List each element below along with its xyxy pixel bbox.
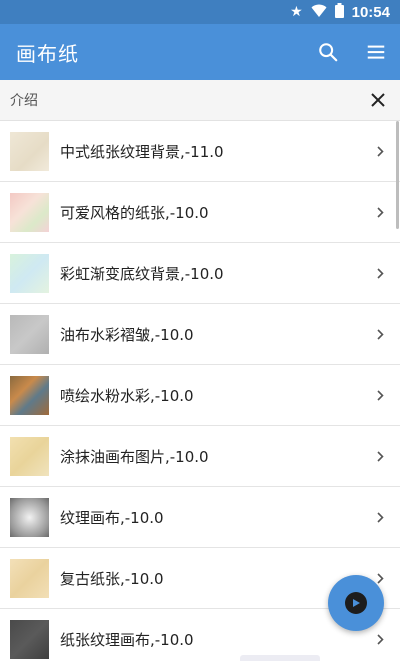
texture-thumbnail xyxy=(10,558,49,598)
intro-label: 介绍 xyxy=(10,93,38,109)
texture-thumbnail xyxy=(10,497,49,537)
list-item[interactable]: 纹理画布,-10.0 xyxy=(0,487,400,548)
search-button[interactable] xyxy=(304,28,352,76)
item-title: 油布水彩褶皱,-10.0 xyxy=(60,325,194,344)
chevron-right-icon xyxy=(370,633,390,645)
app-title: 画布纸 xyxy=(16,41,79,66)
close-icon xyxy=(371,93,385,107)
intro-close-button[interactable] xyxy=(360,82,396,118)
texture-thumbnail xyxy=(10,131,49,171)
list-item[interactable]: 涂抹油画布图片,-10.0 xyxy=(0,426,400,487)
item-title: 纸张纹理画布,-10.0 xyxy=(60,630,194,649)
wifi-icon xyxy=(311,4,327,21)
menu-button[interactable] xyxy=(352,28,400,76)
intro-bar: 介绍 xyxy=(0,80,400,121)
texture-thumbnail xyxy=(10,253,49,293)
app-bar: 画布纸 xyxy=(0,24,400,80)
item-title: 复古纸张,-10.0 xyxy=(60,569,164,588)
texture-thumbnail xyxy=(10,619,49,659)
chevron-right-icon xyxy=(370,328,390,340)
play-button[interactable] xyxy=(328,575,384,631)
chevron-right-icon xyxy=(370,145,390,157)
list-item[interactable]: 可爱风格的纸张,-10.0 xyxy=(0,182,400,243)
texture-thumbnail xyxy=(10,192,49,232)
status-time: 10:54 xyxy=(351,3,390,21)
list-item[interactable]: 油布水彩褶皱,-10.0 xyxy=(0,304,400,365)
item-title: 喷绘水粉水彩,-10.0 xyxy=(60,386,194,405)
list-item[interactable]: 彩虹渐变底纹背景,-10.0 xyxy=(0,243,400,304)
scrollbar-thumb[interactable] xyxy=(396,121,399,229)
star-icon: ★ xyxy=(290,4,303,20)
chevron-right-icon xyxy=(370,389,390,401)
item-title: 中式纸张纹理背景,-11.0 xyxy=(60,142,224,161)
chevron-right-icon xyxy=(370,267,390,279)
texture-thumbnail xyxy=(10,375,49,415)
chevron-right-icon xyxy=(370,450,390,462)
menu-icon xyxy=(367,45,385,59)
search-icon xyxy=(319,43,338,62)
play-icon xyxy=(345,592,367,614)
bottom-peek xyxy=(240,655,320,661)
chevron-right-icon xyxy=(370,206,390,218)
list-item[interactable]: 喷绘水粉水彩,-10.0 xyxy=(0,365,400,426)
item-title: 彩虹渐变底纹背景,-10.0 xyxy=(60,264,224,283)
item-title: 涂抹油画布图片,-10.0 xyxy=(60,447,209,466)
list-item[interactable]: 中式纸张纹理背景,-11.0 xyxy=(0,121,400,182)
chevron-right-icon xyxy=(370,511,390,523)
item-title: 可爱风格的纸张,-10.0 xyxy=(60,203,209,222)
battery-icon xyxy=(334,3,344,21)
item-title: 纹理画布,-10.0 xyxy=(60,508,164,527)
texture-thumbnail xyxy=(10,314,49,354)
status-bar: ★ 10:54 xyxy=(0,0,400,24)
texture-thumbnail xyxy=(10,436,49,476)
